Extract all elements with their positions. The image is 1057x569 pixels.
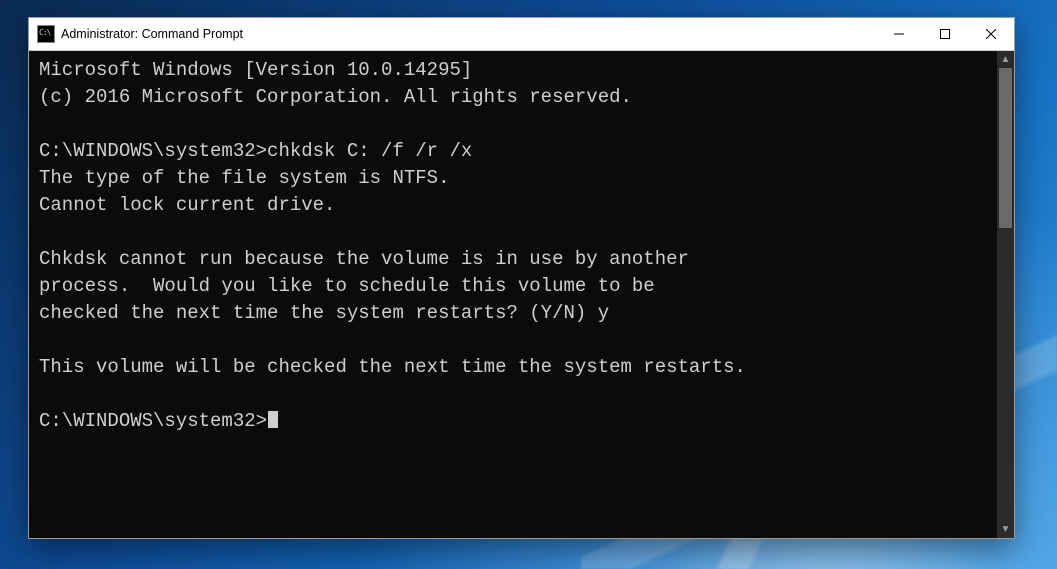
terminal-line xyxy=(39,381,993,408)
terminal-line: This volume will be checked the next tim… xyxy=(39,354,993,381)
terminal-line: The type of the file system is NTFS. xyxy=(39,165,993,192)
cmd-window: Administrator: Command Prompt Microsoft … xyxy=(28,17,1015,539)
minimize-icon xyxy=(894,29,904,39)
terminal-prompt: C:\WINDOWS\system32> xyxy=(39,410,267,432)
window-title: Administrator: Command Prompt xyxy=(61,27,243,41)
terminal-output[interactable]: Microsoft Windows [Version 10.0.14295](c… xyxy=(29,51,997,538)
titlebar[interactable]: Administrator: Command Prompt xyxy=(29,18,1014,51)
maximize-icon xyxy=(940,29,950,39)
terminal-line xyxy=(39,327,993,354)
terminal-line xyxy=(39,219,993,246)
cursor-icon xyxy=(268,411,278,428)
terminal-line: (c) 2016 Microsoft Corporation. All righ… xyxy=(39,84,993,111)
maximize-button[interactable] xyxy=(922,18,968,50)
terminal-line: Microsoft Windows [Version 10.0.14295] xyxy=(39,57,993,84)
scroll-up-button[interactable]: ▲ xyxy=(997,51,1014,68)
terminal-line: process. Would you like to schedule this… xyxy=(39,273,993,300)
close-button[interactable] xyxy=(968,18,1014,50)
terminal-line: Cannot lock current drive. xyxy=(39,192,993,219)
terminal-prompt-line[interactable]: C:\WINDOWS\system32> xyxy=(39,408,993,435)
terminal-line xyxy=(39,111,993,138)
terminal-area: Microsoft Windows [Version 10.0.14295](c… xyxy=(29,51,1014,538)
minimize-button[interactable] xyxy=(876,18,922,50)
terminal-line: C:\WINDOWS\system32>chkdsk C: /f /r /x xyxy=(39,138,993,165)
cmd-icon xyxy=(37,25,55,43)
scroll-thumb[interactable] xyxy=(999,68,1012,228)
close-icon xyxy=(986,29,996,39)
terminal-line: Chkdsk cannot run because the volume is … xyxy=(39,246,993,273)
scroll-down-button[interactable]: ▼ xyxy=(997,521,1014,538)
terminal-line: checked the next time the system restart… xyxy=(39,300,993,327)
vertical-scrollbar[interactable]: ▲ ▼ xyxy=(997,51,1014,538)
